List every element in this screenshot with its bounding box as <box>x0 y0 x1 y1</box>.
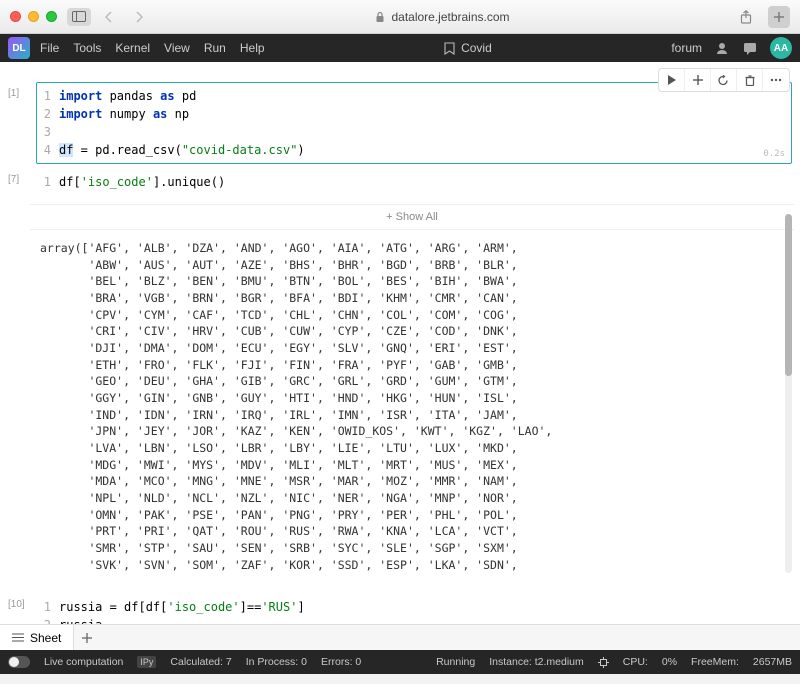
avatar[interactable]: AA <box>770 37 792 59</box>
forum-link[interactable]: forum <box>671 41 702 55</box>
cell-menu-button[interactable] <box>763 69 789 91</box>
menu-help[interactable]: Help <box>240 41 265 55</box>
new-tab-button[interactable] <box>768 6 790 28</box>
run-cell-button[interactable] <box>659 69 685 91</box>
code-cell[interactable]: 0.2s 1import pandas as pd2import numpy a… <box>36 82 792 164</box>
live-computation-toggle[interactable] <box>8 656 30 668</box>
document-title: Covid <box>461 41 492 55</box>
support-icon[interactable] <box>714 40 730 56</box>
notebook-area[interactable]: [1] 0.2s 1import pandas as pd2import num… <box>0 62 800 624</box>
delete-cell-button[interactable] <box>737 69 763 91</box>
cpu-icon <box>598 657 609 668</box>
app-logo-icon[interactable]: DL <box>8 37 30 59</box>
errors-status: Errors: 0 <box>321 656 361 668</box>
calculated-status: Calculated: 7 <box>170 656 231 668</box>
app-menu-bar: DL File Tools Kernel View Run Help Covid foru… <box>0 34 800 62</box>
show-all-button[interactable]: + Show All <box>30 204 794 230</box>
code-content[interactable]: df = pd.read_csv("covid-data.csv") <box>59 141 305 159</box>
line-number: 1 <box>37 87 59 105</box>
kernel-badge: IPy <box>137 656 156 668</box>
status-bar: Live computation IPy Calculated: 7 In Pr… <box>0 650 800 674</box>
code-cell[interactable]: 1df['iso_code'].unique() <box>36 168 792 196</box>
line-number: 1 <box>37 598 59 616</box>
hamburger-icon <box>12 633 24 642</box>
menu-file[interactable]: File <box>40 41 59 55</box>
address-bar[interactable]: datalore.jetbrains.com <box>375 10 509 24</box>
menu-tools[interactable]: Tools <box>73 41 101 55</box>
sheet-tabs: Sheet <box>0 624 800 650</box>
browser-chrome: datalore.jetbrains.com <box>0 0 800 34</box>
code-content[interactable]: russia <box>59 616 102 624</box>
line-number: 1 <box>37 173 59 191</box>
menu-view[interactable]: View <box>164 41 190 55</box>
cell-label: [10] <box>8 593 36 624</box>
code-content[interactable]: import numpy as np <box>59 105 189 123</box>
code-content[interactable]: russia = df[df['iso_code']=='RUS'] <box>59 598 305 616</box>
add-sheet-button[interactable] <box>74 625 100 650</box>
add-cell-button[interactable] <box>685 69 711 91</box>
cell-label: [1] <box>8 82 36 164</box>
instance-status: Instance: t2.medium <box>489 656 584 668</box>
cell-output: array(['AFG', 'ALB', 'DZA', 'AND', 'AGO'… <box>30 234 794 583</box>
feedback-icon[interactable] <box>742 40 758 56</box>
freemem-value: 2657MB <box>753 656 792 668</box>
scrollbar-thumb[interactable] <box>785 214 792 376</box>
line-number: 2 <box>37 105 59 123</box>
running-status: Running <box>436 656 475 668</box>
freemem-label: FreeMem: <box>691 656 739 668</box>
sidebar-toggle-button[interactable] <box>67 8 91 26</box>
cpu-value: 0% <box>662 656 677 668</box>
minimize-window-button[interactable] <box>28 11 39 22</box>
avatar-initials: AA <box>774 43 788 54</box>
lock-icon <box>375 11 385 23</box>
line-number: 3 <box>37 123 59 141</box>
back-button[interactable] <box>97 8 121 26</box>
line-number: 4 <box>37 141 59 159</box>
share-button[interactable] <box>734 7 758 27</box>
output-scrollbar[interactable] <box>785 214 792 573</box>
close-window-button[interactable] <box>10 11 21 22</box>
code-content[interactable]: import pandas as pd <box>59 87 196 105</box>
live-computation-label: Live computation <box>44 656 123 668</box>
code-cell[interactable]: 1russia = df[df['iso_code']=='RUS']2russ… <box>36 593 792 624</box>
cpu-label: CPU: <box>623 656 648 668</box>
sheet-tab[interactable]: Sheet <box>0 625 74 650</box>
url-text: datalore.jetbrains.com <box>391 10 509 24</box>
code-content[interactable]: df['iso_code'].unique() <box>59 173 225 191</box>
cell-toolbar <box>658 68 790 92</box>
menu-kernel[interactable]: Kernel <box>115 41 150 55</box>
cell-label: [7] <box>8 168 36 196</box>
line-number: 2 <box>37 616 59 624</box>
execution-time: 0.2s <box>763 148 785 162</box>
menu-run[interactable]: Run <box>204 41 226 55</box>
inprocess-status: In Process: 0 <box>246 656 307 668</box>
window-controls <box>10 11 57 22</box>
forward-button[interactable] <box>127 8 151 26</box>
restart-cell-button[interactable] <box>711 69 737 91</box>
sheet-label: Sheet <box>30 631 61 645</box>
fullscreen-button[interactable] <box>46 11 57 22</box>
bookmark-icon[interactable] <box>444 42 455 55</box>
